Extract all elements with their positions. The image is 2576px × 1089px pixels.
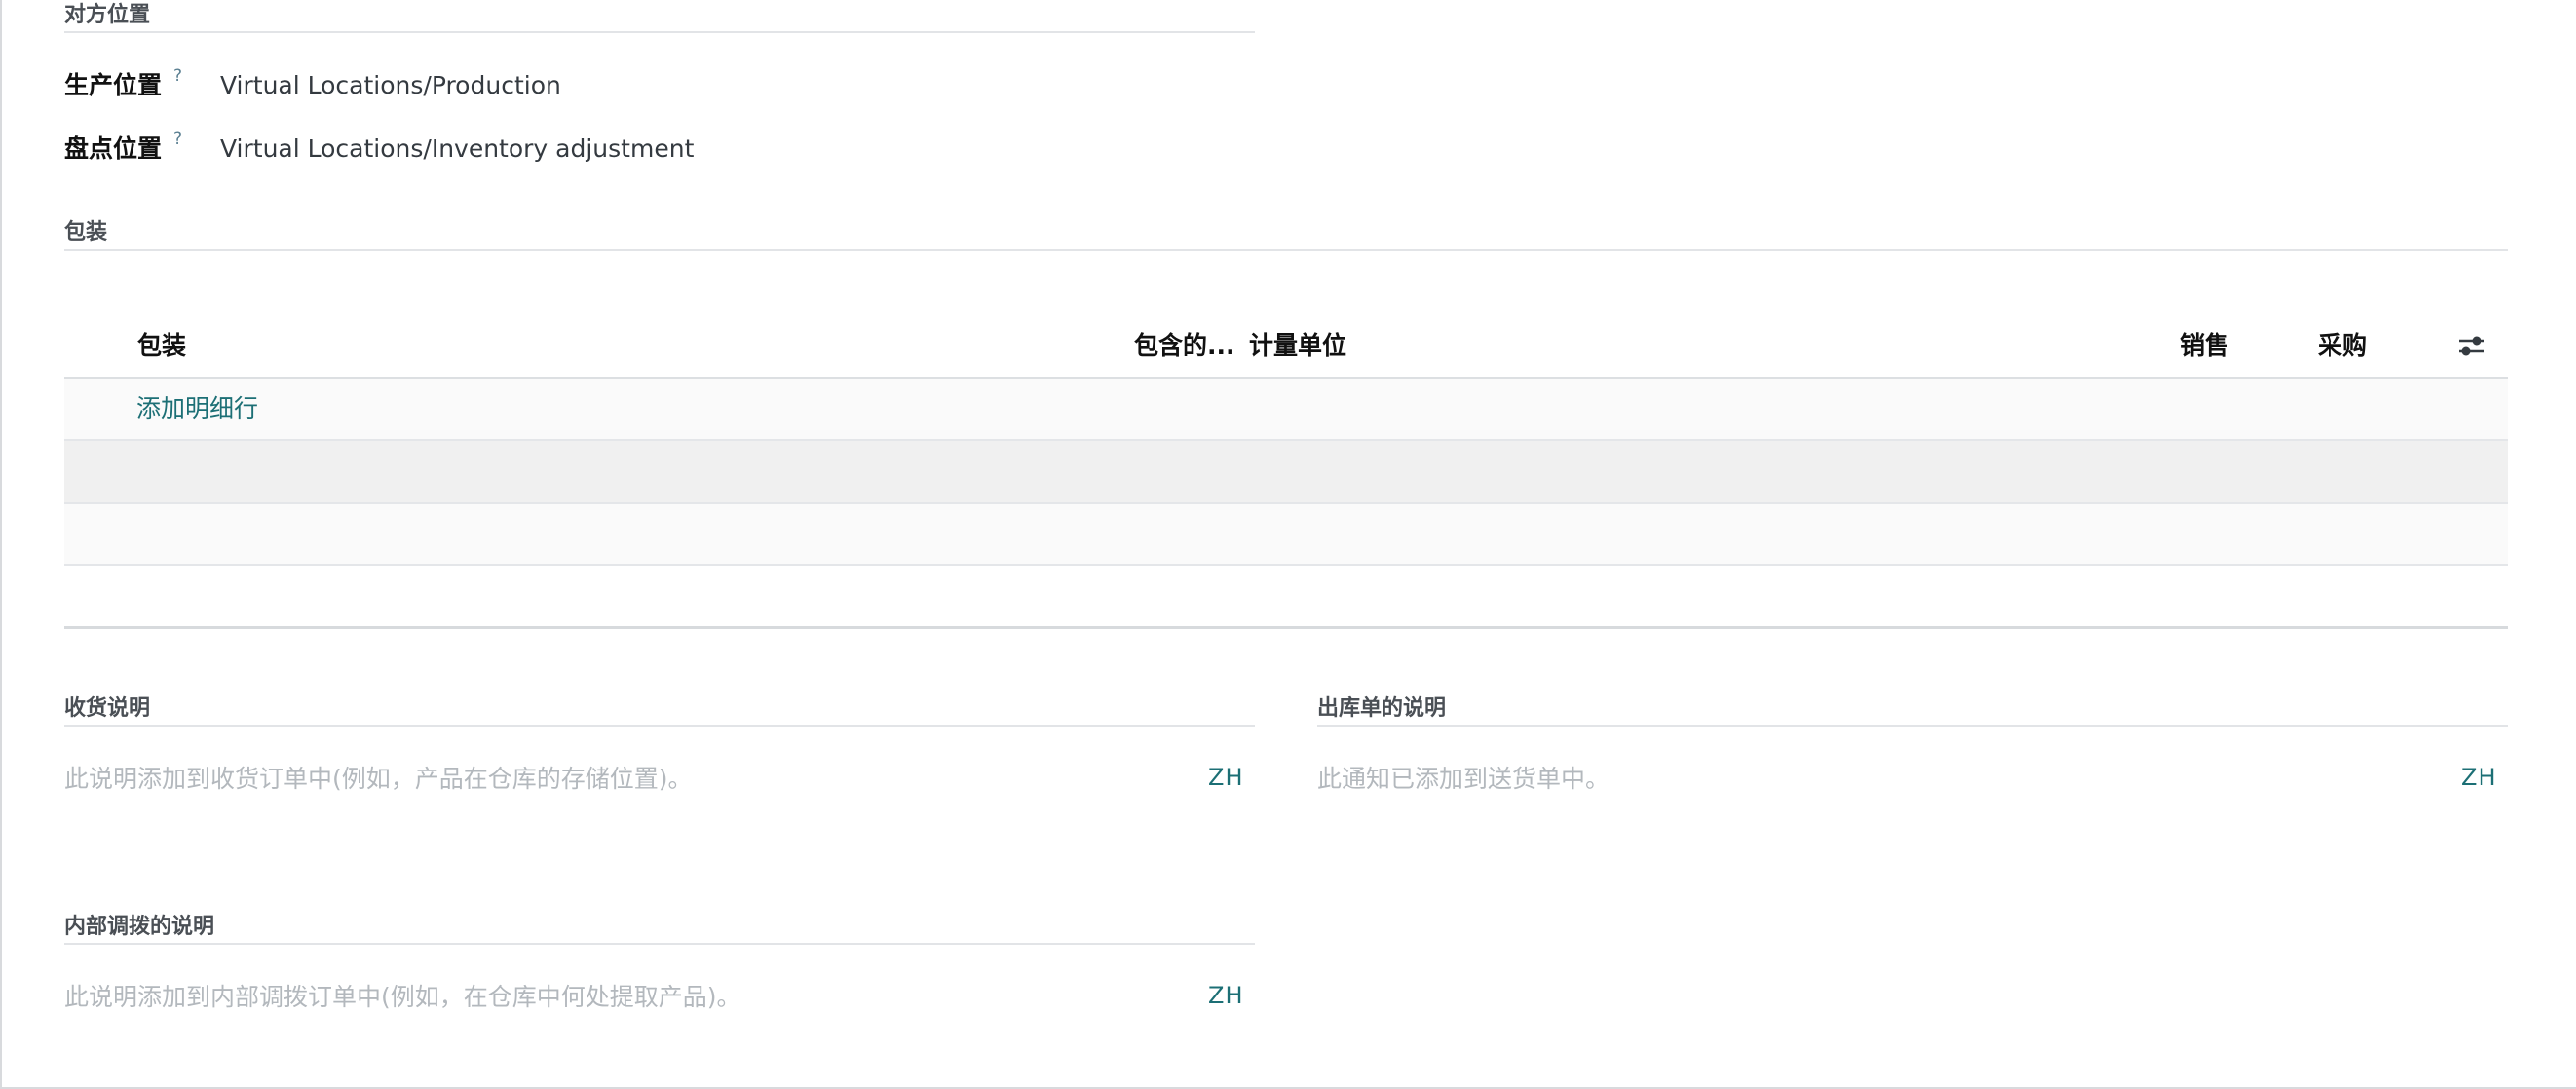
inventory-location-value[interactable]: Virtual Locations/Inventory adjustment (220, 133, 694, 165)
receipt-notes-title: 收货说明 (64, 696, 151, 721)
table-row-empty (64, 441, 2508, 504)
internal-notes-divider (64, 943, 1255, 945)
packaging-table: 包装 包含的... 计量单位 销售 采购 添加明细行 (64, 315, 2508, 629)
add-line-link[interactable]: 添加明细行 (136, 394, 258, 425)
packaging-section-title: 包装 (64, 220, 108, 244)
production-location-label: 生产位置 (64, 71, 163, 99)
column-header-contained-qty[interactable]: 包含的... (1134, 330, 1235, 361)
delivery-notes-divider (1317, 725, 2508, 727)
production-location-help-icon[interactable]: ? (173, 66, 182, 86)
column-header-packaging[interactable]: 包装 (137, 330, 186, 361)
internal-notes-input[interactable]: 此说明添加到内部调拨订单中(例如，在仓库中何处提取产品)。 (64, 982, 741, 1013)
sliders-icon[interactable] (2457, 332, 2486, 359)
counterpart-section-title: 对方位置 (64, 3, 151, 27)
column-header-sales[interactable]: 销售 (2180, 330, 2229, 361)
column-header-uom[interactable]: 计量单位 (1249, 330, 1346, 361)
production-location-value[interactable]: Virtual Locations/Production (220, 70, 561, 101)
receipt-notes-input[interactable]: 此说明添加到收货订单中(例如，产品在仓库的存储位置)。 (64, 764, 693, 795)
internal-notes-language-button[interactable]: ZH (1208, 980, 1244, 1011)
internal-notes-title: 内部调拨的说明 (64, 915, 215, 939)
counterpart-section-divider (64, 31, 1255, 33)
receipt-notes-divider (64, 725, 1255, 727)
delivery-notes-language-button[interactable]: ZH (2461, 762, 2497, 793)
packaging-section-divider (64, 249, 2508, 251)
inventory-location-label: 盘点位置 (64, 134, 163, 163)
delivery-notes-title: 出库单的说明 (1317, 696, 1447, 721)
column-header-purchase[interactable]: 采购 (2318, 330, 2367, 361)
receipt-notes-language-button[interactable]: ZH (1208, 762, 1244, 793)
table-row-add-line: 添加明细行 (64, 379, 2508, 441)
table-row-empty (64, 566, 2508, 629)
inventory-location-help-icon[interactable]: ? (173, 130, 182, 149)
delivery-notes-input[interactable]: 此通知已添加到送货单中。 (1317, 764, 1610, 795)
packaging-table-header: 包装 包含的... 计量单位 销售 采购 (64, 315, 2508, 379)
table-row-empty (64, 504, 2508, 566)
